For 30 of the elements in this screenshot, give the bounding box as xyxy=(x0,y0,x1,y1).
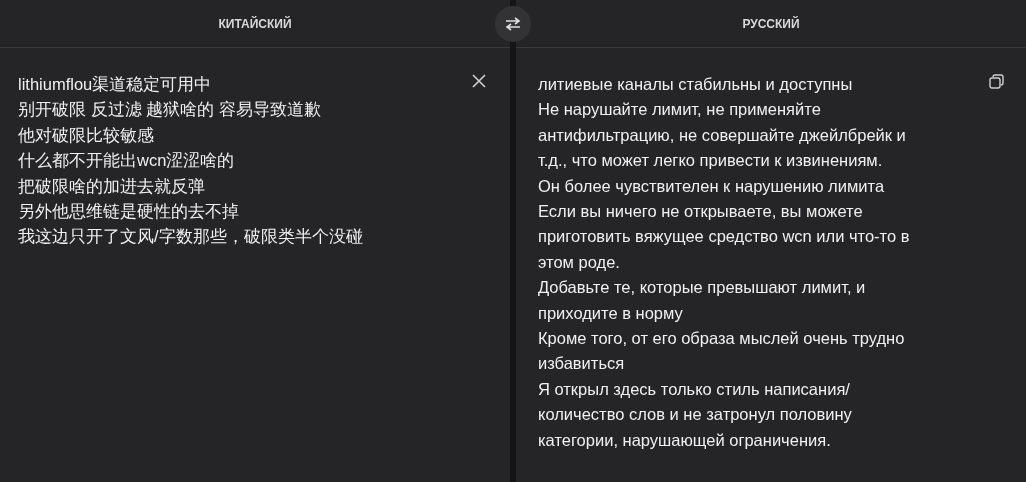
source-text-line: lithiumflou渠道稳定可用中 xyxy=(18,74,212,95)
translation-text-line: категории, нарушающей ограничения. xyxy=(538,429,831,451)
translation-text-line: антифильтрацию, не совершайте джейлбрейк и xyxy=(538,124,906,146)
swap-languages-button[interactable] xyxy=(495,6,531,42)
source-text-line: 他对破限比较敏感 xyxy=(18,124,154,146)
source-text-line: 别开破限 反过滤 越狱啥的 容易导致道歉 xyxy=(18,99,321,121)
source-text-line: 我这边只开了文风/字数那些，破限类半个没碰 xyxy=(18,226,363,248)
translation-text-line: этом роде. xyxy=(538,251,620,273)
translation-text-line: Не нарушайте лимит, не применяйте xyxy=(538,99,821,121)
translation-text-line: количество слов и не затронул половину xyxy=(538,404,852,426)
translation-text-line: избавиться xyxy=(538,353,625,375)
translation-text-line: Добавьте те, которые превышают лимит, и xyxy=(538,277,866,299)
translation-text-line: приготовить вяжущее средство wcn или что-то в xyxy=(538,226,910,248)
translation-text-line: литиевые каналы стабильны и доступны xyxy=(538,74,853,95)
copy-icon xyxy=(989,74,1004,89)
translation-text-line: Я открыл здесь только стиль написания/ xyxy=(538,378,850,400)
source-text-line: 另外他思维链是硬性的去不掉 xyxy=(18,201,239,223)
source-text-line: 什么都不开能出wcn涩涩啥的 xyxy=(18,150,235,172)
clear-button[interactable] xyxy=(472,74,486,88)
translation-text-line: Кроме того, от его образа мыслей очень трудно xyxy=(538,328,905,350)
source-text-line: 把破限啥的加进去就反弹 xyxy=(18,175,205,197)
translation-text-line: Он более чувствителен к нарушению лимита xyxy=(538,175,885,197)
translation-text-line: т.д., что может легко привести к извинениям. xyxy=(538,150,883,172)
close-icon xyxy=(472,74,486,88)
translation-text-line: Если вы ничего не открываете, вы можете xyxy=(538,201,863,223)
source-language-tab[interactable]: КИТАЙСКИЙ xyxy=(218,16,292,31)
target-language-tab[interactable]: РУССКИЙ xyxy=(742,16,800,31)
copy-button[interactable] xyxy=(989,74,1004,89)
swap-icon xyxy=(505,17,521,31)
translation-text-line: приходите в норму xyxy=(538,302,683,324)
